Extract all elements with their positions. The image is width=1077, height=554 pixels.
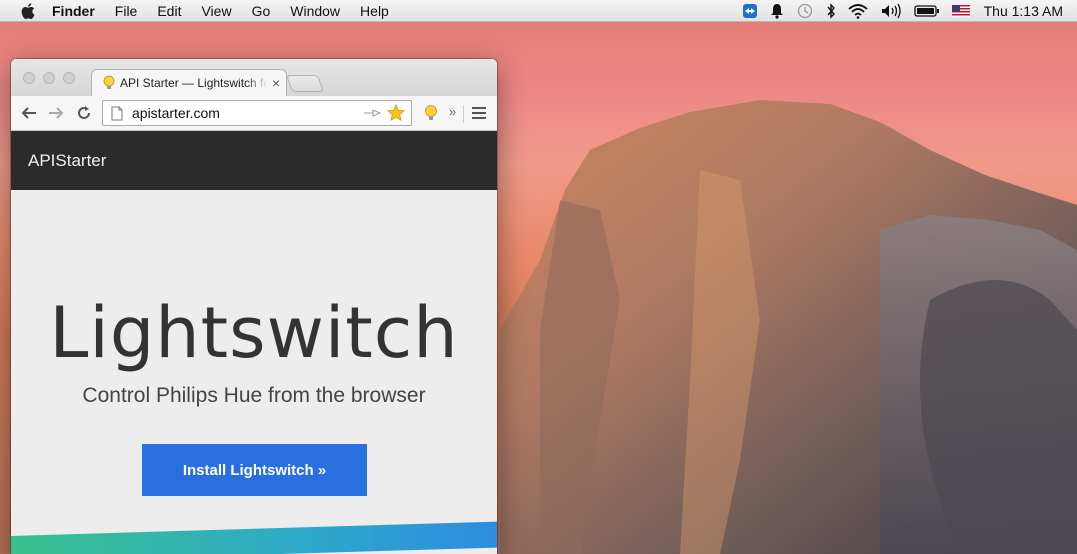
browser-window: API Starter — Lightswitch for Philips Hu… — [11, 59, 497, 554]
hero-subtitle: Control Philips Hue from the browser — [82, 384, 426, 407]
url-text: apistarter.com — [132, 105, 220, 121]
bookmark-star-icon[interactable] — [387, 104, 405, 122]
window-close-button[interactable] — [23, 72, 35, 84]
us-flag-input-icon[interactable] — [951, 0, 970, 22]
site-navbar: APIStarter — [11, 131, 497, 190]
time-machine-icon[interactable] — [796, 0, 814, 22]
window-zoom-button[interactable] — [63, 72, 75, 84]
tab-title: API Starter — Lightswitch for Philips Hu… — [120, 76, 268, 90]
bluetooth-icon[interactable] — [826, 0, 836, 22]
page-icon — [111, 106, 123, 121]
tab-strip: API Starter — Lightswitch for Philips Hu… — [11, 59, 497, 96]
menu-app-finder[interactable]: Finder — [52, 0, 95, 22]
status-tray: Thu 1:13 AM — [730, 0, 1077, 22]
menu-bar: Finder File Edit View Go Window Help Thu… — [0, 0, 1077, 22]
wifi-icon[interactable] — [848, 0, 868, 22]
tab-close-icon[interactable]: × — [272, 75, 280, 91]
menu-file[interactable]: File — [115, 0, 138, 22]
tab-api-starter[interactable]: API Starter — Lightswitch for Philips Hu… — [91, 69, 287, 96]
back-arrow-icon[interactable] — [17, 101, 41, 125]
hero-title: Lightswitch — [49, 292, 459, 374]
lightbulb-extension-icon[interactable] — [419, 101, 443, 125]
site-brand-link[interactable]: APIStarter — [28, 151, 106, 171]
decorative-gradient-stripe — [11, 521, 497, 554]
volume-icon[interactable] — [880, 0, 902, 22]
forward-arrow-icon[interactable] — [44, 101, 68, 125]
new-tab-button[interactable] — [285, 75, 325, 92]
menu-go[interactable]: Go — [252, 0, 271, 22]
hero-section: Lightswitch Control Philips Hue from the… — [11, 190, 497, 554]
hamburger-menu-icon[interactable] — [467, 101, 491, 125]
extensions-overflow-chevron[interactable]: » — [449, 104, 456, 119]
install-lightswitch-button[interactable]: Install Lightswitch » — [142, 444, 367, 496]
address-bar[interactable]: apistarter.com — [102, 100, 412, 126]
apple-menu-icon[interactable] — [18, 1, 38, 21]
lightbulb-favicon-icon — [102, 75, 116, 91]
battery-icon[interactable] — [913, 0, 940, 22]
browser-toolbar: apistarter.com » — [11, 96, 497, 131]
reload-icon[interactable] — [72, 101, 96, 125]
menu-view[interactable]: View — [201, 0, 231, 22]
menu-edit[interactable]: Edit — [157, 0, 181, 22]
window-minimize-button[interactable] — [43, 72, 55, 84]
teamviewer-icon[interactable] — [742, 0, 758, 22]
toolbar-divider — [463, 105, 464, 123]
hand-pointer-icon[interactable] — [363, 107, 381, 119]
menu-help[interactable]: Help — [360, 0, 389, 22]
menu-clock[interactable]: Thu 1:13 AM — [984, 3, 1063, 19]
menu-window[interactable]: Window — [290, 0, 340, 22]
notification-bell-icon[interactable] — [770, 0, 784, 22]
